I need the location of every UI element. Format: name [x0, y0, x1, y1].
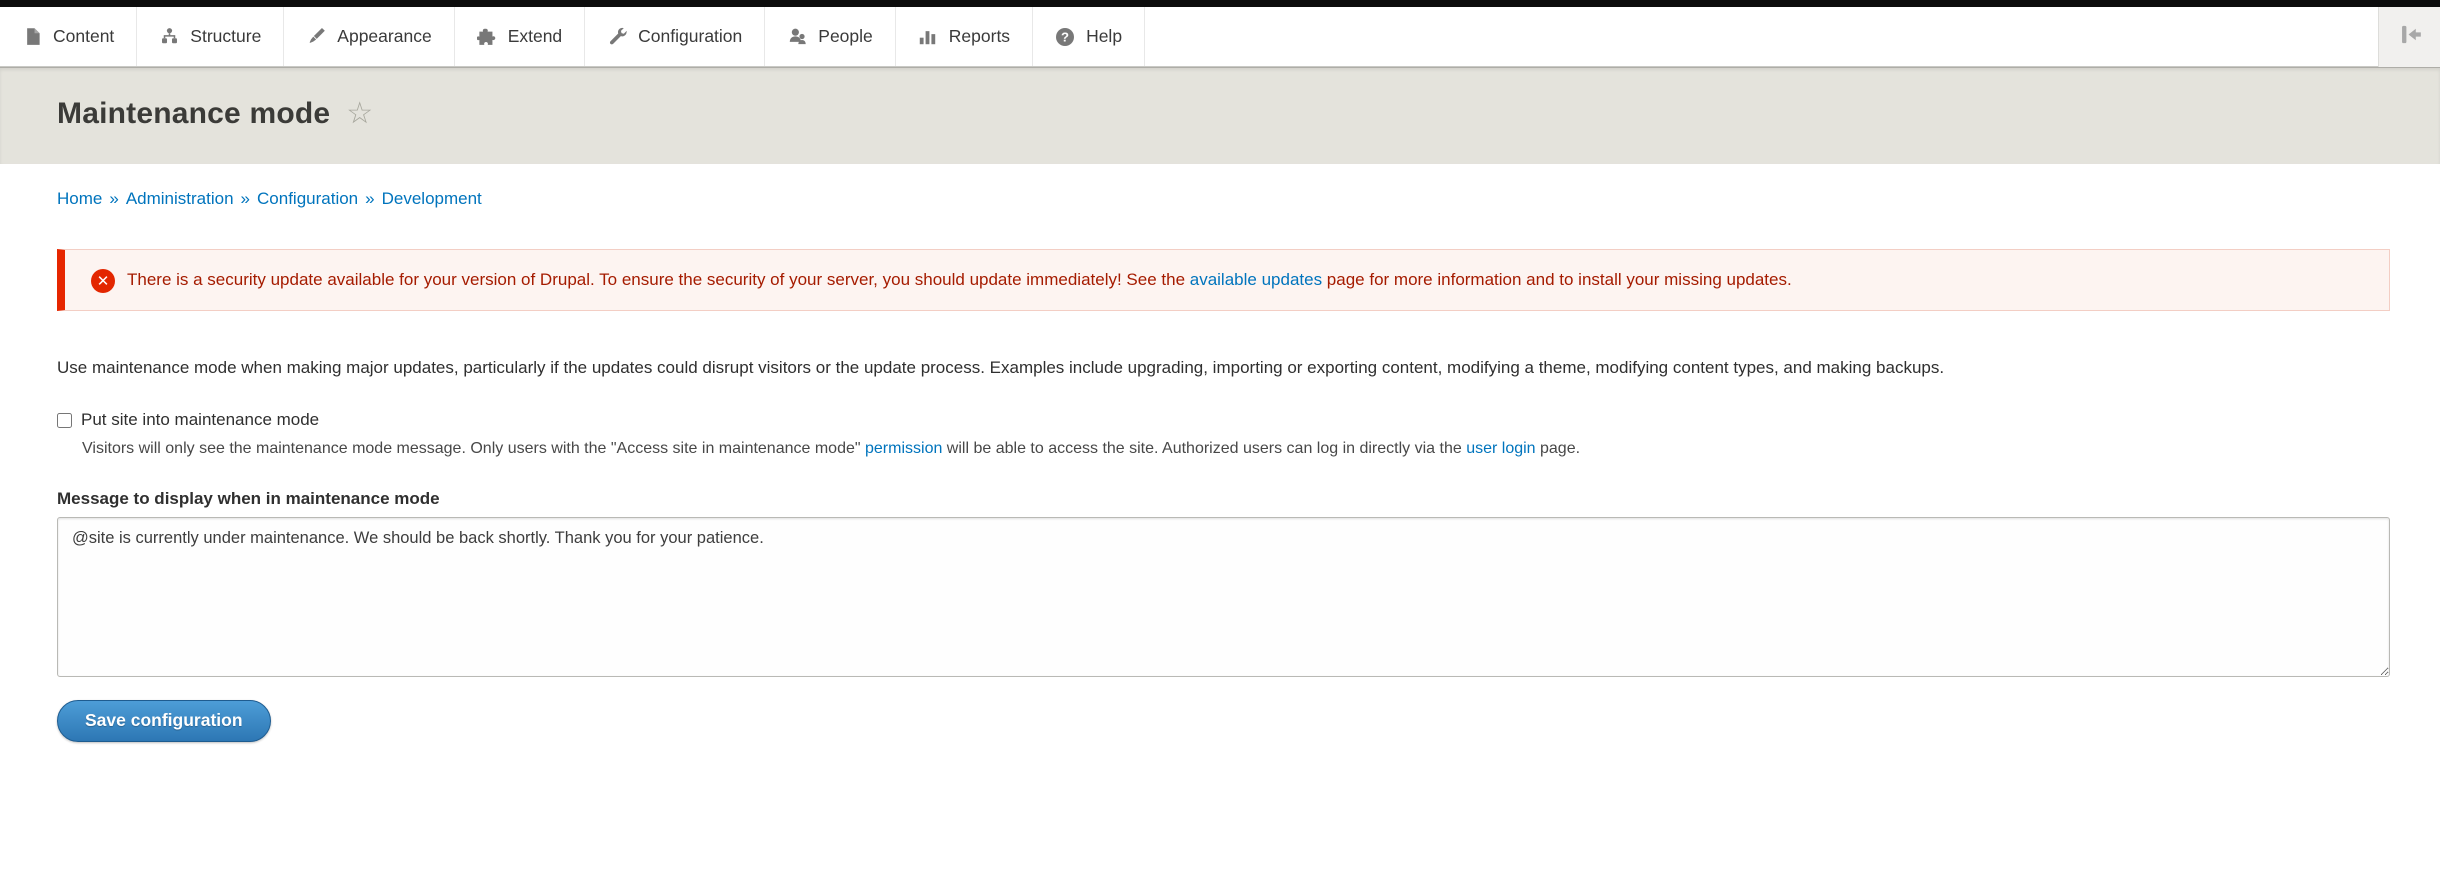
svg-text:?: ? — [1061, 29, 1069, 44]
available-updates-link[interactable]: available updates — [1190, 270, 1322, 289]
permission-link[interactable]: permission — [865, 440, 942, 457]
toolbar-item-help[interactable]: ? Help — [1033, 7, 1145, 66]
maintenance-mode-intro-text: Use maintenance mode when making major u… — [57, 351, 2390, 384]
breadcrumb-link-administration[interactable]: Administration — [126, 189, 234, 208]
page-title: Maintenance mode — [57, 97, 330, 131]
toolbar-item-label: Help — [1086, 26, 1122, 47]
top-admin-strip — [0, 0, 2440, 7]
maintenance-message-textarea[interactable]: @site is currently under maintenance. We… — [57, 517, 2390, 677]
sitemap-icon — [159, 27, 179, 47]
toolbar-item-label: Appearance — [337, 26, 431, 47]
toolbar-item-structure[interactable]: Structure — [137, 7, 284, 66]
toolbar-collapse-button[interactable] — [2378, 7, 2440, 67]
breadcrumb-link-development[interactable]: Development — [382, 189, 482, 208]
maintenance-mode-checkbox-row: Put site into maintenance mode — [57, 410, 2390, 430]
error-message-text: There is a security update available for… — [127, 270, 1190, 289]
page-header: Maintenance mode ☆ — [0, 67, 2440, 164]
toolbar-item-reports[interactable]: Reports — [896, 7, 1033, 66]
user-login-link[interactable]: user login — [1466, 440, 1535, 457]
people-icon — [787, 27, 807, 47]
admin-toolbar: Content Structure Appearance Ext — [0, 7, 2440, 67]
description-text: page. — [1536, 440, 1580, 457]
toolbar-item-appearance[interactable]: Appearance — [284, 7, 454, 66]
puzzle-icon — [477, 27, 497, 47]
main-content: Home » Administration » Configuration » Develo… — [0, 164, 2440, 782]
save-configuration-button[interactable]: Save configuration — [57, 700, 271, 742]
error-message-box: ✕ There is a security update available f… — [57, 249, 2390, 311]
file-icon — [22, 27, 42, 47]
wrench-icon — [607, 27, 627, 47]
breadcrumb-separator: » — [109, 189, 118, 208]
toolbar-item-configuration[interactable]: Configuration — [585, 7, 765, 66]
breadcrumb-separator: » — [365, 189, 374, 208]
description-text: will be able to access the site. Authori… — [942, 440, 1466, 457]
maintenance-mode-description: Visitors will only see the maintenance m… — [82, 437, 2390, 461]
error-message-text: page for more information and to install… — [1322, 270, 1792, 289]
maintenance-mode-checkbox-label[interactable]: Put site into maintenance mode — [81, 410, 319, 430]
breadcrumb-link-configuration[interactable]: Configuration — [257, 189, 358, 208]
toolbar-item-label: Structure — [190, 26, 261, 47]
star-icon[interactable]: ☆ — [346, 97, 373, 131]
collapse-left-icon — [2397, 22, 2423, 52]
bar-chart-icon — [918, 27, 938, 47]
toolbar-item-content[interactable]: Content — [0, 7, 137, 66]
toolbar-item-label: Content — [53, 26, 114, 47]
breadcrumb-separator: » — [241, 189, 250, 208]
toolbar-item-extend[interactable]: Extend — [455, 7, 585, 66]
toolbar-item-label: Reports — [949, 26, 1010, 47]
breadcrumb-link-home[interactable]: Home — [57, 189, 102, 208]
toolbar-item-label: Configuration — [638, 26, 742, 47]
help-icon: ? — [1055, 27, 1075, 47]
toolbar-item-label: Extend — [508, 26, 562, 47]
breadcrumb: Home » Administration » Configuration » Develo… — [57, 164, 2390, 209]
error-x-circle-icon: ✕ — [91, 269, 115, 293]
description-text: Visitors will only see the maintenance m… — [82, 440, 865, 457]
toolbar-item-label: People — [818, 26, 873, 47]
paintbrush-icon — [306, 27, 326, 47]
message-field-label: Message to display when in maintenance m… — [57, 489, 2390, 509]
maintenance-mode-checkbox[interactable] — [57, 413, 72, 428]
toolbar-item-people[interactable]: People — [765, 7, 896, 66]
